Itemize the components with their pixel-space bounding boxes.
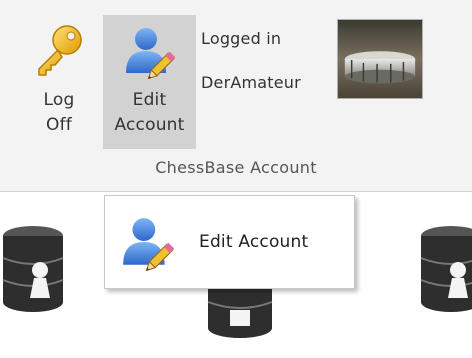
- key-icon: [38, 25, 82, 76]
- edit-account-dropdown: Edit Account: [104, 195, 355, 289]
- log-off-button[interactable]: Log Off: [22, 15, 96, 149]
- menu-item-edit-account[interactable]: Edit Account: [109, 200, 350, 284]
- edit-account-button[interactable]: Edit Account: [103, 15, 196, 149]
- ribbon-bar: Log Off Edit Account Logged in DerAmateu…: [0, 0, 472, 192]
- username-text: DerAmateur: [201, 73, 301, 92]
- database-pawn-icon: [420, 226, 472, 312]
- edit-account-label: Edit Account: [114, 90, 185, 135]
- database-pawn-icon: [2, 226, 64, 312]
- avatar[interactable]: [337, 19, 423, 99]
- ribbon-group-label: ChessBase Account: [155, 158, 317, 177]
- log-off-label: Log Off: [43, 90, 75, 135]
- user-edit-icon: [125, 28, 175, 79]
- menu-item-label: Edit Account: [199, 232, 309, 252]
- user-edit-icon: [123, 218, 175, 271]
- login-status-text: Logged in: [201, 29, 282, 48]
